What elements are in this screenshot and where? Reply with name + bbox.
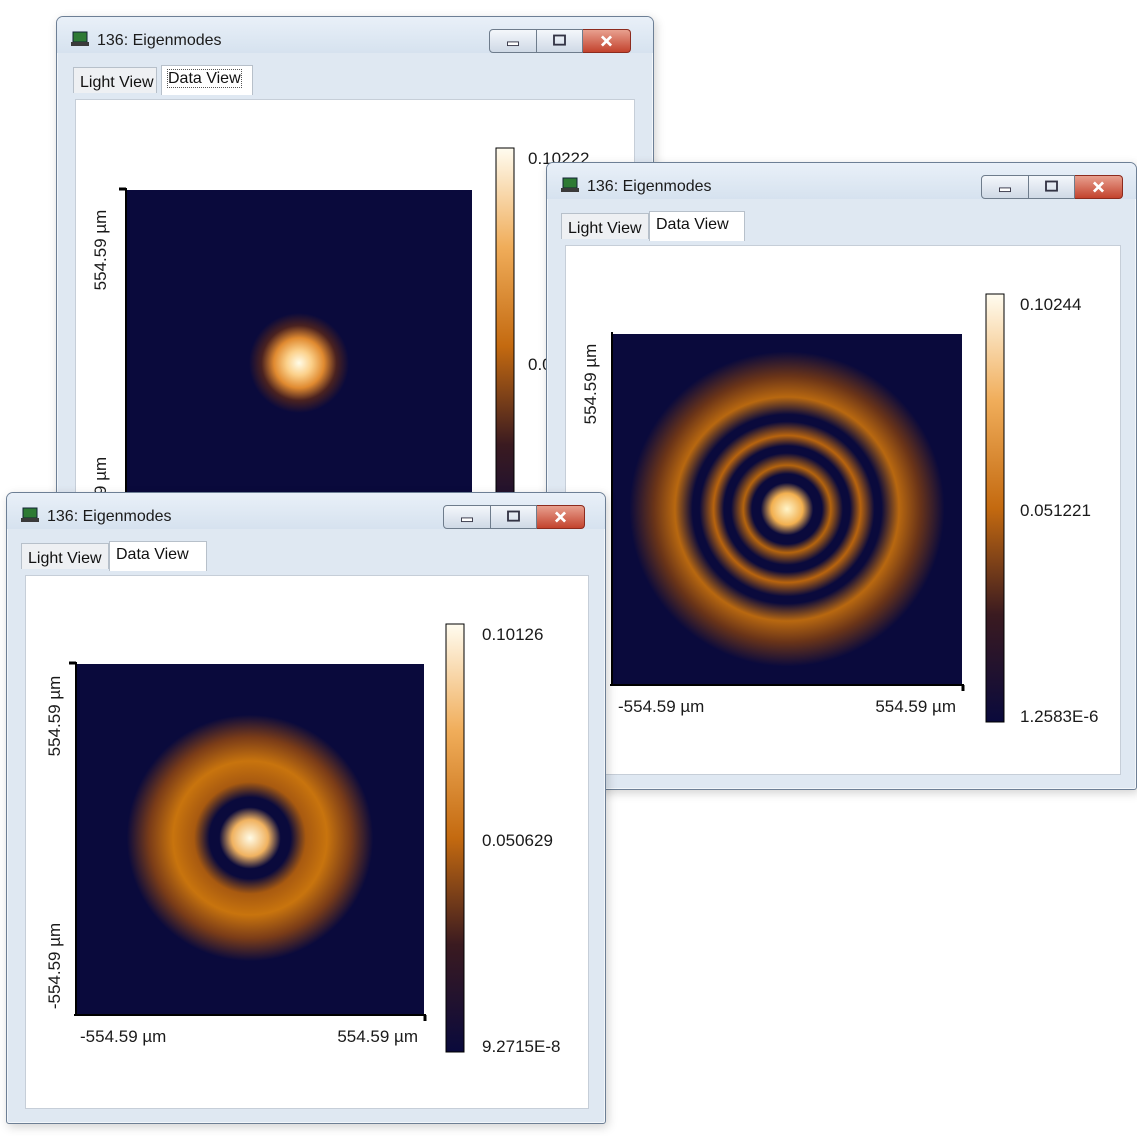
maximize-button[interactable]	[1029, 175, 1075, 199]
field-plot: 554.59 µm -554.59 µm -554.59 µm 554.59 µ…	[45, 623, 560, 1056]
maximize-button[interactable]	[491, 505, 537, 529]
colorbar-min-label: 9.2715E-8	[482, 1037, 560, 1056]
tab-label: Data View	[656, 216, 729, 233]
y-top-label: 554.59 µm	[45, 676, 64, 757]
colorbar-mid-label: 0.051221	[1020, 501, 1091, 520]
title-bar[interactable]: 136: Eigenmodes	[547, 163, 1136, 199]
y-top-label: 554.59 µm	[91, 210, 110, 291]
x-left-label: -554.59 µm	[80, 1027, 166, 1046]
window-title: 136: Eigenmodes	[97, 32, 222, 49]
title-bar[interactable]: 136: Eigenmodes	[57, 17, 653, 53]
colorbar-max-label: 0.10126	[482, 625, 543, 644]
tab-label: Light View	[28, 550, 102, 567]
title-bar[interactable]: 136: Eigenmodes	[7, 493, 605, 529]
close-icon	[1092, 181, 1105, 193]
close-icon	[554, 511, 567, 523]
tab-label: Data View	[116, 546, 189, 563]
close-button[interactable]	[1075, 175, 1123, 199]
tab-data-view[interactable]: Data View	[109, 541, 207, 571]
x-right-label: 554.59 µm	[337, 1027, 418, 1046]
colorbar-min-label: 1.2583E-6	[1020, 707, 1098, 726]
x-right-label: 554.59 µm	[875, 697, 956, 716]
tab-data-view[interactable]: Data View	[649, 211, 745, 241]
y-bottom-label: -554.59 µm	[45, 923, 64, 1009]
colorbar-max-label: 0.10244	[1020, 295, 1081, 314]
field-rings	[612, 334, 962, 684]
minimize-icon	[507, 41, 519, 47]
maximize-icon	[1045, 180, 1058, 192]
app-icon	[71, 31, 89, 46]
maximize-button[interactable]	[537, 29, 583, 53]
minimize-button[interactable]	[443, 505, 491, 529]
app-icon	[21, 507, 39, 522]
field-spot	[249, 313, 349, 413]
tab-light-view[interactable]: Light View	[561, 213, 649, 239]
tab-label: Data View	[167, 69, 242, 88]
tab-label: Light View	[568, 220, 642, 237]
data-view-panel: 554.59 µm -554.59 µm 554.59 µm 0.10244 0…	[565, 245, 1121, 775]
window-title: 136: Eigenmodes	[47, 508, 172, 525]
tab-label: Light View	[80, 74, 154, 91]
tab-light-view[interactable]: Light View	[73, 67, 157, 93]
close-button[interactable]	[583, 29, 631, 53]
minimize-button[interactable]	[981, 175, 1029, 199]
field-plot: 554.59 µm -554.59 µm 554.59 µm 0.10244 0…	[581, 293, 1098, 726]
maximize-icon	[507, 510, 520, 522]
eigenmodes-window-front[interactable]: 136: Eigenmodes Light View Data View 554…	[6, 492, 606, 1124]
colorbar	[985, 293, 1005, 723]
minimize-button[interactable]	[489, 29, 537, 53]
colorbar	[445, 623, 465, 1053]
tab-data-view[interactable]: Data View	[161, 65, 253, 95]
tab-light-view[interactable]: Light View	[21, 543, 109, 569]
minimize-icon	[461, 517, 473, 523]
minimize-icon	[999, 187, 1011, 193]
x-left-label: -554.59 µm	[618, 697, 704, 716]
colorbar	[495, 147, 515, 545]
window-title: 136: Eigenmodes	[587, 178, 712, 195]
y-top-label: 554.59 µm	[581, 344, 600, 425]
app-icon	[561, 177, 579, 192]
close-icon	[600, 35, 613, 47]
eigenmodes-window-middle[interactable]: 136: Eigenmodes Light View Data View 554…	[546, 162, 1137, 790]
close-button[interactable]	[537, 505, 585, 529]
field-rings	[110, 698, 390, 978]
data-view-panel: 554.59 µm -554.59 µm -554.59 µm 554.59 µ…	[25, 575, 589, 1109]
maximize-icon	[553, 34, 566, 46]
colorbar-mid-label: 0.050629	[482, 831, 553, 850]
